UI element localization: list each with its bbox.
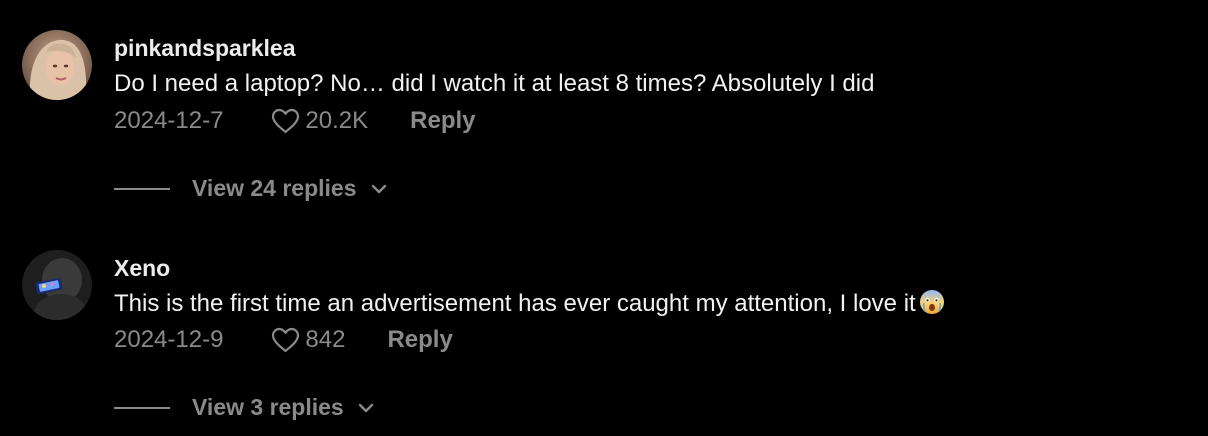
comment-text: This is the first time an advertisement … — [114, 289, 945, 318]
divider-line — [114, 406, 170, 409]
view-replies-button[interactable]: View 24 replies — [114, 175, 387, 202]
comment-list: pinkandsparklea Do I need a laptop? No… … — [0, 0, 1208, 436]
comment-username[interactable]: Xeno — [114, 255, 170, 282]
view-replies-label: View 3 replies — [192, 394, 344, 420]
like-button[interactable]: 842 — [271, 326, 345, 354]
like-count: 20.2K — [305, 107, 369, 134]
reply-button[interactable]: Reply — [410, 107, 475, 135]
comment-text: Do I need a laptop? No… did I watch it a… — [114, 70, 875, 97]
comment-date: 2024-12-7 — [114, 107, 224, 134]
avatar[interactable] — [22, 250, 92, 320]
avatar-photo — [22, 250, 92, 320]
heart-outline-icon — [272, 327, 300, 353]
comment-date: 2024-12-9 — [114, 326, 224, 353]
view-replies-button[interactable]: View 3 replies — [114, 394, 374, 421]
heart-outline-icon — [272, 108, 300, 134]
comment-meta: 2024-12-7 20.2K Reply — [114, 107, 476, 135]
view-replies-label: View 24 replies — [192, 175, 357, 201]
like-button[interactable]: 20.2K — [271, 107, 368, 135]
chevron-down-icon — [358, 403, 373, 412]
avatar[interactable] — [22, 30, 92, 100]
divider-line — [114, 187, 170, 190]
comment-username[interactable]: pinkandsparklea — [114, 35, 296, 62]
comment-text-body: This is the first time an advertisement … — [114, 290, 916, 317]
chevron-down-icon — [371, 184, 386, 193]
like-count: 842 — [305, 326, 346, 353]
reply-button[interactable]: Reply — [387, 326, 452, 354]
comment-meta: 2024-12-9 842 Reply — [114, 326, 453, 354]
avatar-photo — [22, 30, 92, 100]
crying-face-emoji — [919, 290, 944, 314]
